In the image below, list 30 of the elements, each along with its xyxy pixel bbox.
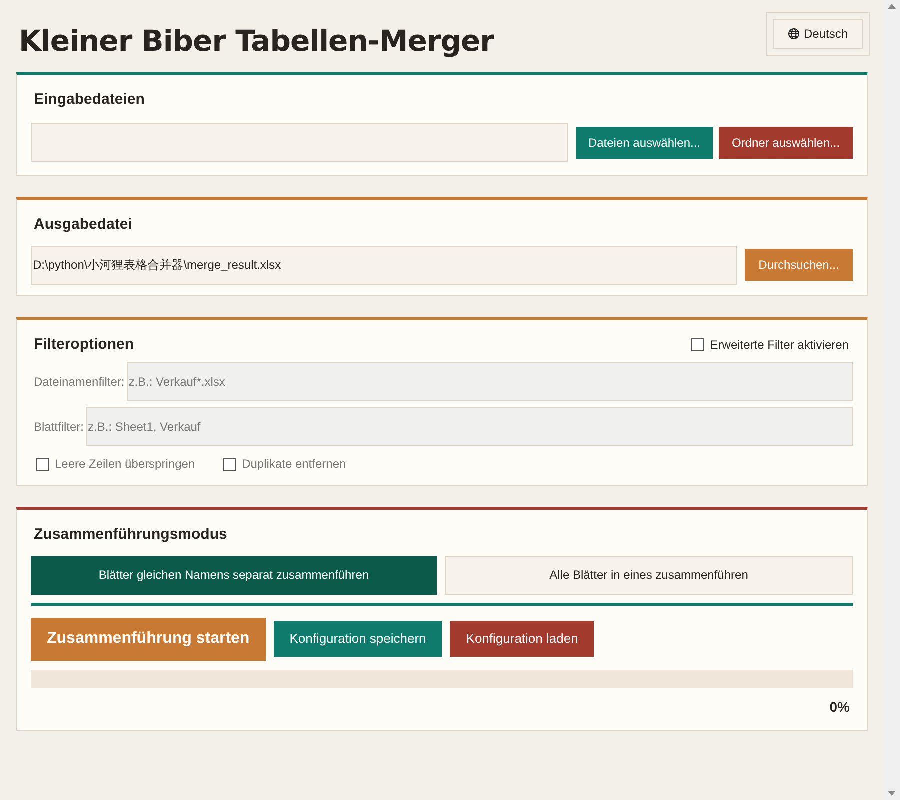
filter-field[interactable]: z.B.: Verkauf*.xlsx bbox=[126, 362, 853, 401]
app-title: Kleiner Biber Tabellen-Merger bbox=[19, 23, 494, 60]
scroll-up-icon[interactable] bbox=[888, 4, 896, 9]
section-title: Ausgabedatei bbox=[34, 215, 134, 235]
section-title: Eingabedateien bbox=[34, 90, 146, 110]
select-folder-button[interactable]: Ordner auswählen... bbox=[719, 126, 853, 158]
output-path-field[interactable]: D:\python\小河狸表格合并器\merge_result.xlsx bbox=[31, 246, 737, 284]
section-title: Zusammenführungsmodus bbox=[34, 525, 228, 545]
language-button[interactable]: Deutsch bbox=[772, 19, 863, 49]
browse-button[interactable]: Durchsuchen... bbox=[745, 249, 853, 281]
globe-icon bbox=[788, 28, 800, 40]
save-config-button[interactable]: Konfiguration speichern bbox=[274, 621, 442, 657]
input-files-field[interactable] bbox=[31, 123, 568, 162]
field-label: Blattfilter: bbox=[34, 418, 84, 436]
load-config-button[interactable]: Konfiguration laden bbox=[450, 621, 594, 657]
checkbox[interactable] bbox=[223, 458, 236, 470]
filter-field[interactable]: z.B.: Sheet1, Verkauf bbox=[86, 407, 853, 446]
scroll-down-icon[interactable] bbox=[888, 791, 896, 796]
section-title: Filteroptionen bbox=[34, 334, 134, 354]
mode-tab[interactable]: Alle Blätter in eines zusammenführen bbox=[445, 556, 853, 594]
checkbox[interactable] bbox=[691, 338, 704, 352]
start-merge-button[interactable]: Zusammenführung starten bbox=[31, 618, 266, 660]
checkbox-label: Erweiterte Filter aktivieren bbox=[710, 336, 849, 354]
checkbox[interactable] bbox=[36, 458, 49, 470]
progress-reading: 0% bbox=[830, 698, 850, 716]
field-label: Dateinamenfilter: bbox=[34, 374, 125, 390]
select-files-button[interactable]: Dateien auswählen... bbox=[576, 126, 713, 158]
checkbox-label: Leere Zeilen überspringen bbox=[55, 456, 196, 473]
mode-tab[interactable]: Blätter gleichen Namens separat zusammenführen bbox=[31, 556, 437, 594]
checkbox-label: Duplikate entfernen bbox=[242, 456, 346, 473]
